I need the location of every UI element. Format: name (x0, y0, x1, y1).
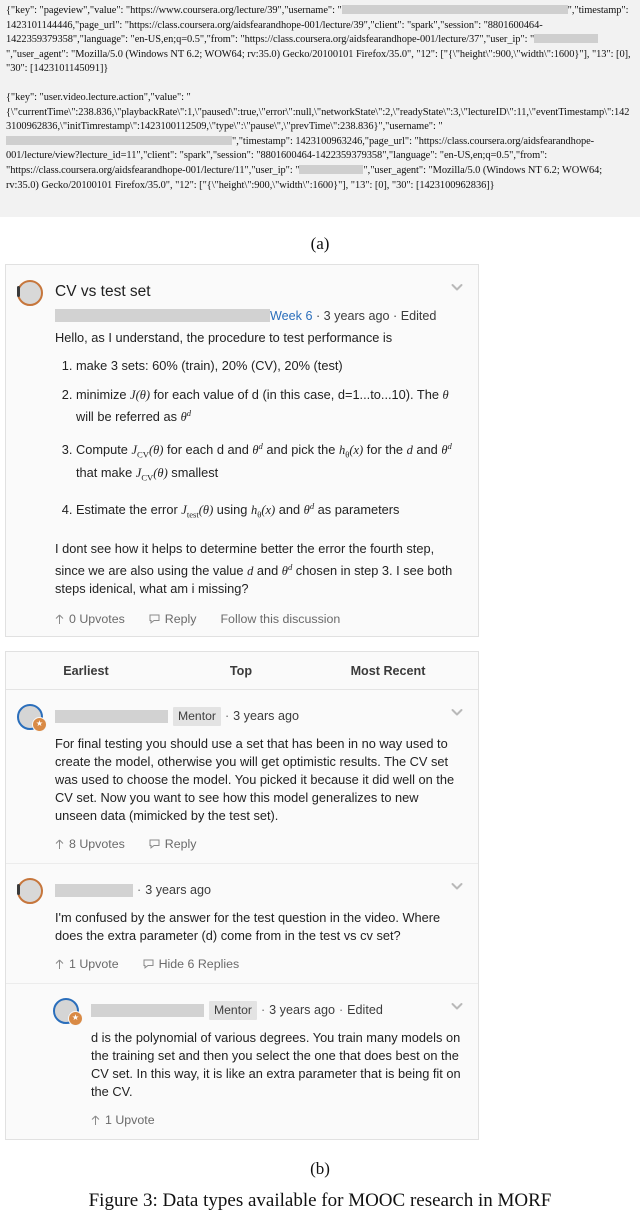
meta-sep: · (338, 1003, 344, 1018)
meta-sep: · (392, 309, 398, 323)
figure-caption: Figure 3: Data types available for MOOC … (88, 1190, 552, 1211)
reply-actions: 1 Upvote (91, 1113, 462, 1127)
redacted-author-name (91, 1004, 204, 1018)
reply-label: Reply (164, 612, 197, 627)
reply-item-nested: ★ Mentor · 3 years ago · Edited d is the… (6, 984, 478, 1140)
upvote-arrow-icon (91, 1115, 100, 1126)
reply-item: ★ Mentor · 3 years ago For final testing… (6, 690, 478, 865)
follow-label: Follow this discussion (220, 612, 341, 627)
reply-meta: Mentor · 3 years ago · Edited (91, 1001, 383, 1021)
reply-button[interactable]: Reply (149, 837, 197, 852)
chevron-down-icon[interactable] (449, 704, 465, 720)
comment-bubble-icon (149, 839, 160, 849)
chevron-down-icon[interactable] (449, 279, 465, 295)
follow-discussion-button[interactable]: Follow this discussion (220, 612, 340, 626)
meta-sep: · (260, 1003, 266, 1018)
thread-intro-text: Hello, as I understand, the procedure to… (55, 330, 393, 345)
list-item: Estimate the error Jtest(θ) using hθ(x) … (76, 497, 462, 524)
thread-steps-list: make 3 sets: 60% (train), 20% (CV), 20% … (55, 357, 462, 524)
json-record-pageview: {"key": "pageview","value": "https://www… (6, 4, 634, 77)
subfigure-label-a: (a) (310, 234, 330, 253)
reply-item: · 3 years ago I'm confused by the answer… (6, 864, 478, 985)
upvote-button[interactable]: 1 Upvote (55, 957, 119, 971)
avatar (17, 280, 43, 306)
thread-body: Week 6 · 3 years ago · Edited Hello, as … (55, 307, 462, 626)
reply-timestamp: 3 years ago (145, 883, 212, 898)
reply-timestamp: 3 years ago (269, 1003, 335, 1018)
subfigure-label-b: (b) (310, 1159, 330, 1178)
list-item: Compute JCV(θ) for each d and θd and pic… (76, 437, 462, 486)
json-record-1-segment-3: ","user_agent": "Mozilla/5.0 (Windows NT… (6, 48, 631, 75)
list-item: make 3 sets: 60% (train), 20% (CV), 20% … (76, 357, 462, 375)
upvote-count-label: 1 Upvote (105, 1113, 155, 1128)
json-record-1-segment-1: {"key": "pageview","value": "https://www… (6, 5, 342, 16)
thread-edited-flag: Edited (400, 309, 437, 323)
meta-sep: · (224, 709, 230, 724)
upvote-arrow-icon (55, 959, 64, 970)
hide-replies-label: Hide 6 Replies (158, 957, 240, 972)
redacted-user-ip (299, 164, 364, 174)
mentor-badge-icon: ★ (32, 717, 47, 733)
status-badge: Mentor (173, 707, 221, 727)
sort-tab-bar: Earliest Top Most Recent (6, 652, 478, 691)
avatar: ★ (17, 704, 47, 733)
reply-header: ★ Mentor · 3 years ago (17, 703, 462, 733)
upvote-count-label: 0 Upvotes (69, 612, 125, 627)
avatar (17, 878, 43, 905)
comment-bubble-icon (143, 959, 154, 969)
reply-edited-flag: Edited (347, 1003, 383, 1018)
redacted-author-name (55, 710, 168, 724)
upvote-button[interactable]: 1 Upvote (91, 1113, 155, 1127)
list-item: minimize J(θ) for each value of d (in th… (76, 386, 462, 426)
reply-actions: 1 Upvote Hide 6 Replies (55, 957, 462, 971)
upvote-button[interactable]: 0 Upvotes (55, 612, 125, 626)
status-badge: Mentor (209, 1001, 257, 1021)
thread-header: CV vs test set (17, 279, 462, 306)
reply-header: ★ Mentor · 3 years ago · Edited (53, 997, 462, 1027)
tab-most-recent[interactable]: Most Recent (316, 664, 478, 678)
redacted-username (341, 5, 568, 14)
page-title: CV vs test set (55, 283, 151, 300)
meta-sep: · (315, 309, 321, 323)
reply-meta: Mentor · 3 years ago (55, 707, 299, 727)
avatar: ★ (53, 998, 83, 1027)
thread-meta: Week 6 · 3 years ago · Edited (55, 307, 462, 325)
reply-meta: · 3 years ago (55, 882, 211, 899)
upvote-arrow-icon (55, 614, 64, 625)
reply-header: · 3 years ago (17, 877, 462, 905)
comment-bubble-icon (149, 614, 160, 624)
hide-replies-button[interactable]: Hide 6 Replies (143, 957, 240, 972)
reply-label: Reply (164, 837, 197, 852)
reply-button[interactable]: Reply (149, 612, 197, 627)
thread-actions: 0 Upvotes Reply Follow this discussion (55, 612, 462, 626)
chevron-down-icon[interactable] (449, 998, 465, 1014)
upvote-arrow-icon (55, 839, 64, 850)
redacted-user-ip (534, 34, 599, 44)
redacted-author-name (55, 309, 270, 322)
json-record-video-action: {"key": "user.video.lecture.action","val… (6, 91, 634, 193)
redacted-username (6, 135, 232, 145)
upvote-count-label: 8 Upvotes (69, 837, 125, 852)
meta-sep: · (137, 883, 142, 898)
week-link[interactable]: Week 6 (270, 309, 312, 323)
tab-top[interactable]: Top (166, 664, 316, 678)
reply-body: I'm confused by the answer for the test … (55, 910, 441, 944)
reply-body: d is the polynomial of various degrees. … (91, 1030, 461, 1100)
upvote-button[interactable]: 8 Upvotes (55, 837, 125, 851)
thread-card: CV vs test set Week 6 · 3 years ago · Ed… (5, 264, 479, 638)
json-record-2-segment-1: {"key": "user.video.lecture.action","val… (6, 91, 630, 133)
reply-body: For final testing you should use a set t… (55, 736, 455, 824)
chevron-down-icon[interactable] (449, 878, 465, 894)
thread-closing-text: I dont see how it helps to determine bet… (55, 540, 453, 597)
reply-timestamp: 3 years ago (233, 709, 299, 724)
thread-timestamp: 3 years ago (323, 309, 390, 323)
reply-actions: 8 Upvotes Reply (55, 837, 462, 851)
mentor-badge-icon: ★ (68, 1011, 83, 1027)
json-log-panel: {"key": "pageview","value": "https://www… (0, 0, 640, 217)
upvote-count-label: 1 Upvote (69, 957, 119, 972)
replies-card: Earliest Top Most Recent ★ Mentor · 3 ye… (5, 651, 479, 1141)
redacted-author-name (55, 884, 133, 898)
forum-screenshot: CV vs test set Week 6 · 3 years ago · Ed… (5, 264, 479, 1141)
tab-earliest[interactable]: Earliest (6, 664, 166, 678)
